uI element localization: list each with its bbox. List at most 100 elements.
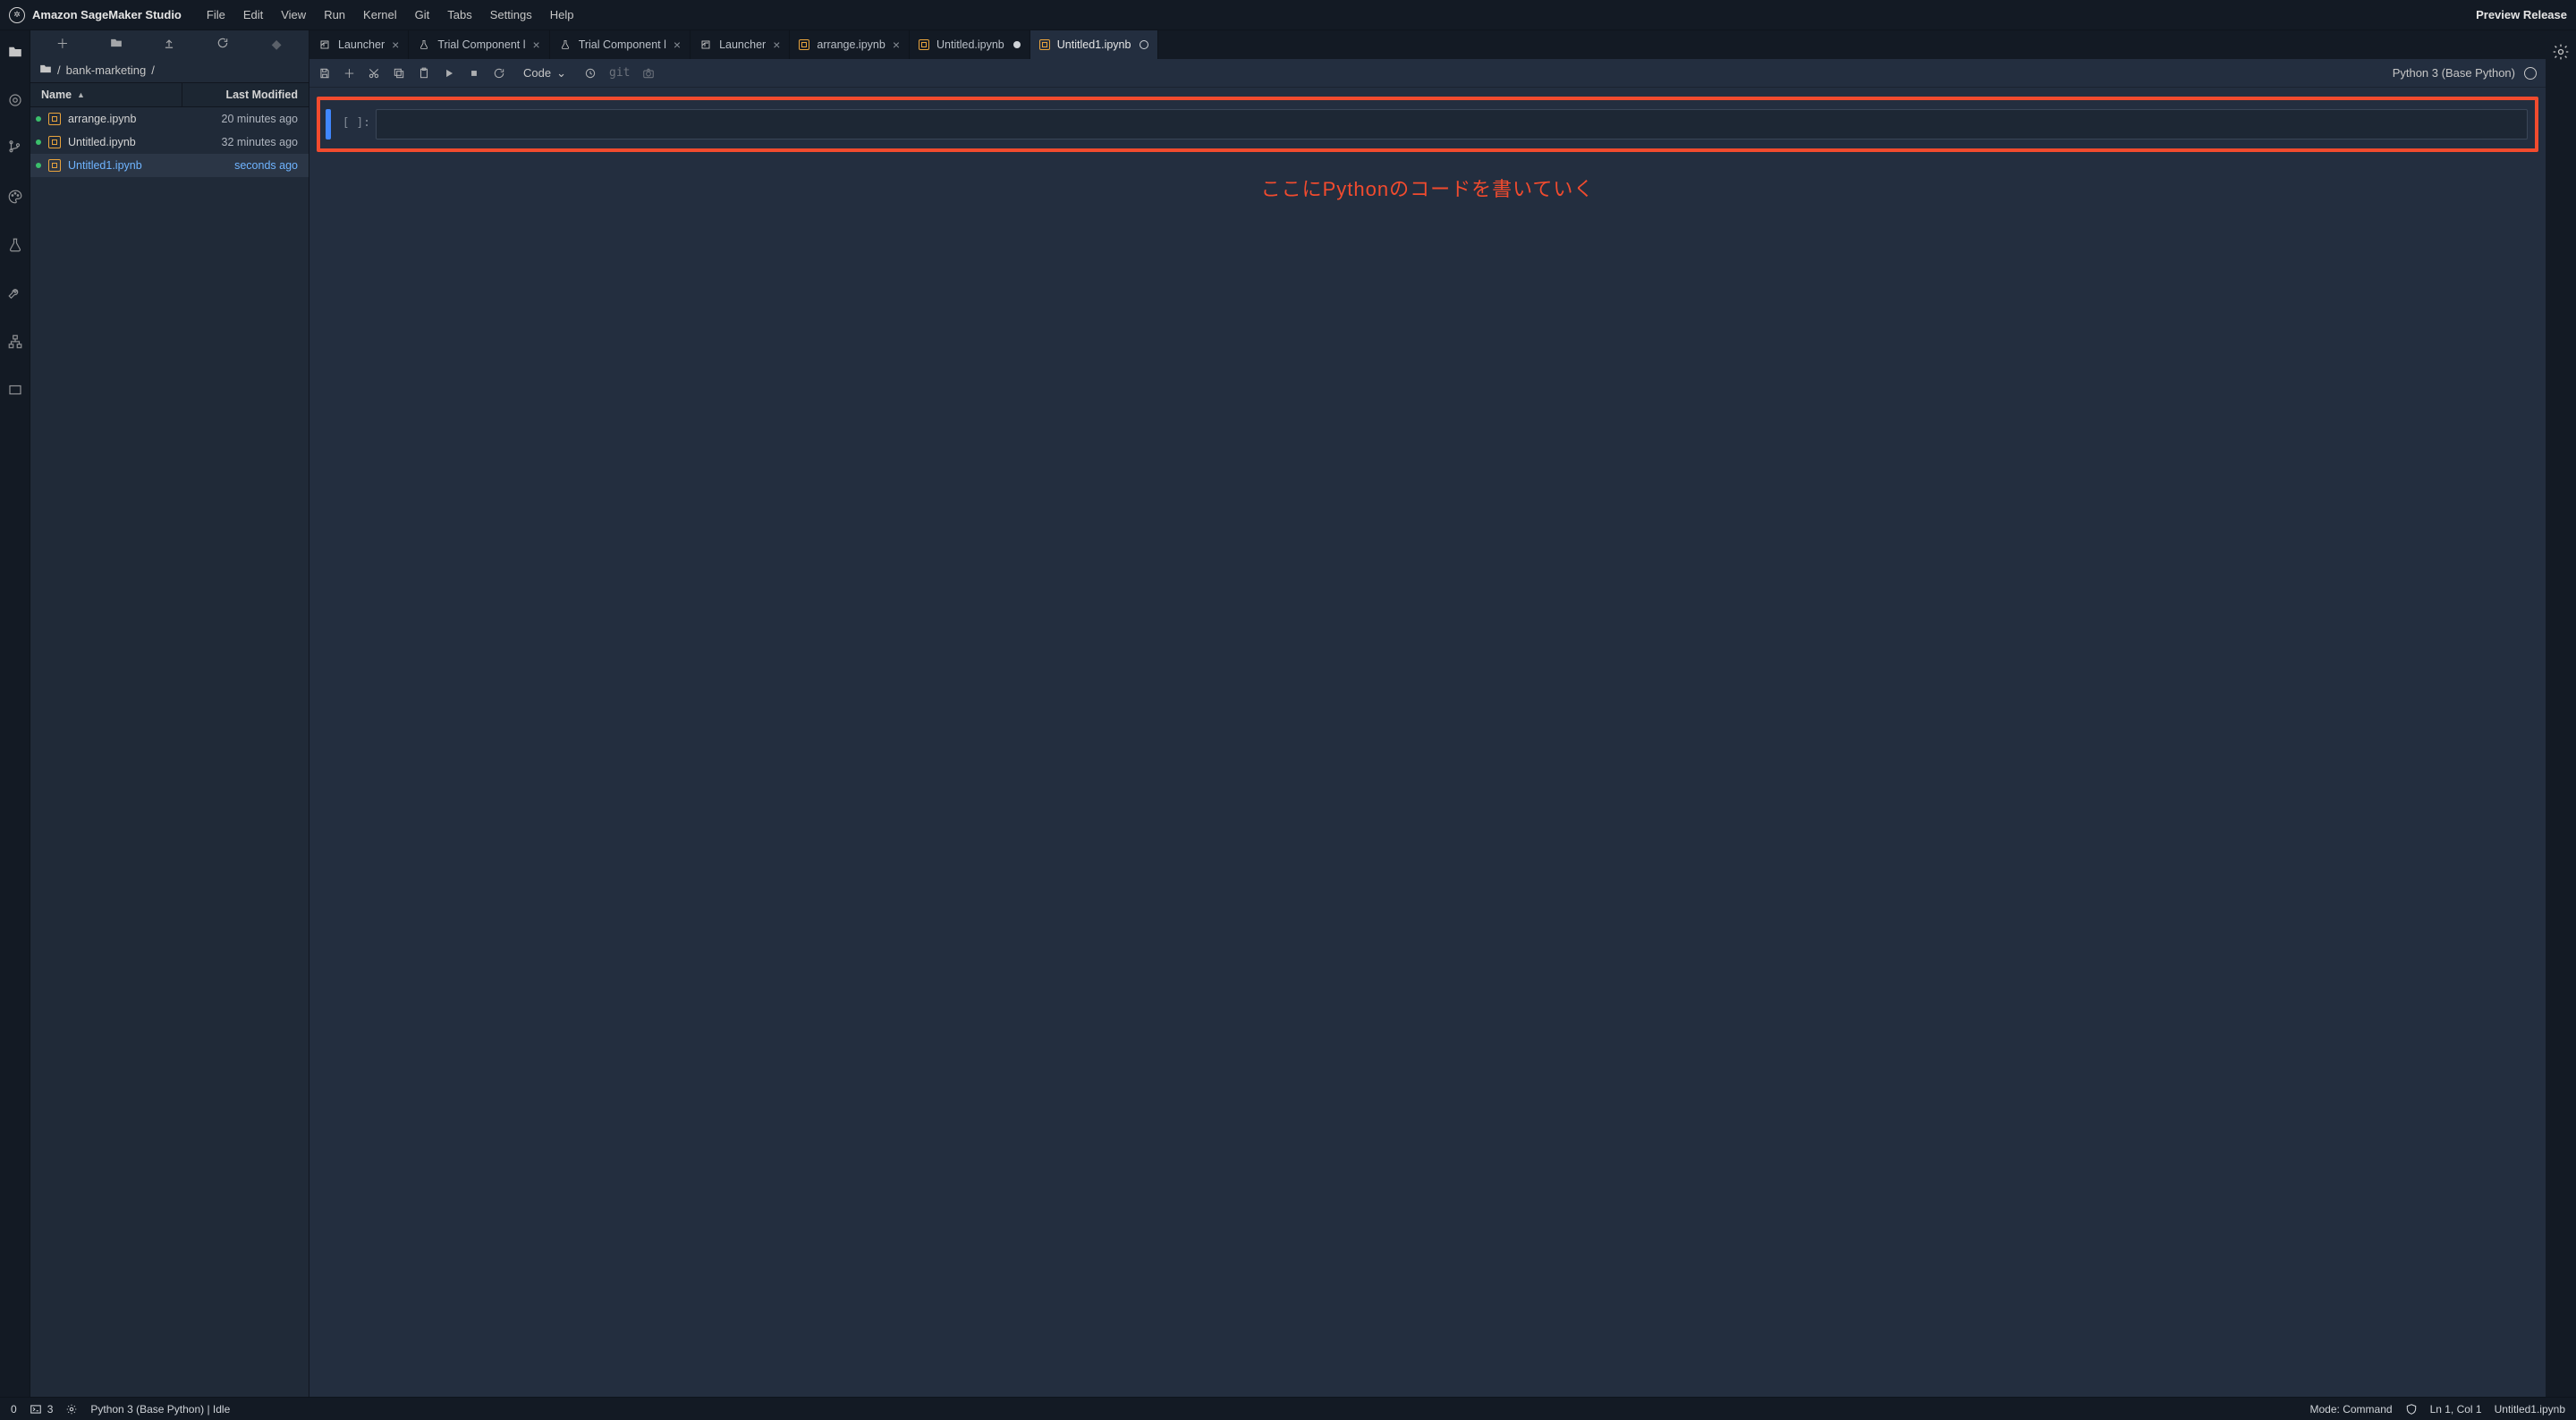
status-mode[interactable]: Mode: Command (2310, 1403, 2393, 1416)
upload-icon[interactable] (159, 37, 179, 52)
flask-icon (559, 38, 572, 51)
menu-run[interactable]: Run (315, 8, 354, 21)
column-modified[interactable]: Last Modified (182, 89, 309, 101)
file-name: arrange.ipynb (68, 113, 202, 125)
cell-type-select[interactable]: Code⌄ (518, 64, 572, 82)
cell-run-indicator (326, 109, 331, 139)
file-browser-icon[interactable] (6, 43, 24, 61)
tab[interactable]: Trial Component l × (409, 30, 549, 59)
activity-bar (0, 30, 30, 1397)
file-name: Untitled.ipynb (68, 136, 202, 148)
close-icon[interactable]: × (533, 38, 540, 51)
restart-icon[interactable] (493, 67, 505, 80)
close-icon[interactable]: × (893, 38, 900, 51)
app-title: Amazon SageMaker Studio (32, 8, 182, 21)
tab-label: arrange.ipynb (817, 38, 885, 51)
git-clone-icon[interactable]: ◆ (267, 37, 286, 52)
editor-area: Launcher×Trial Component l×Trial Compone… (309, 30, 2546, 1397)
annotation-text: ここにPythonのコードを書いていく (317, 168, 2538, 202)
close-icon[interactable]: × (773, 38, 780, 51)
menu-help[interactable]: Help (541, 8, 583, 21)
tab-label: Launcher (719, 38, 766, 51)
flask-icon (418, 38, 430, 51)
chevron-down-icon: ⌄ (556, 66, 566, 80)
status-instance-icon[interactable] (65, 1403, 78, 1416)
menu-view[interactable]: View (272, 8, 315, 21)
menu-tabs[interactable]: Tabs (438, 8, 480, 21)
annotation-highlight-box: [ ]: (317, 97, 2538, 152)
status-ln-col[interactable]: Ln 1, Col 1 (2430, 1403, 2482, 1416)
file-row[interactable]: Untitled.ipynb32 minutes ago (30, 131, 309, 154)
status-trusted-icon[interactable] (2405, 1403, 2418, 1416)
status-terminals[interactable]: 3 (30, 1403, 54, 1416)
cut-icon[interactable] (368, 67, 380, 80)
menu-settings[interactable]: Settings (481, 8, 541, 21)
settings-gear-icon[interactable] (2552, 43, 2570, 1397)
notebook-file-icon (48, 113, 61, 125)
camera-icon[interactable] (642, 67, 655, 80)
notebook-file-icon (48, 136, 61, 148)
running-dot-icon (36, 116, 41, 122)
menu-bar: ✲ Amazon SageMaker Studio FileEditViewRu… (0, 0, 2576, 30)
kernel-name[interactable]: Python 3 (Base Python) (2393, 66, 2515, 80)
save-icon[interactable] (318, 67, 331, 80)
status-kernel[interactable]: Python 3 (Base Python) | Idle (90, 1403, 230, 1416)
unsaved-ring-icon (1140, 40, 1148, 49)
launcher-icon (699, 38, 712, 51)
tab[interactable]: Trial Component l × (550, 30, 691, 59)
palette-icon[interactable] (6, 188, 24, 206)
status-filename[interactable]: Untitled1.ipynb (2495, 1403, 2565, 1416)
tab-label: Trial Component l (437, 38, 525, 51)
stop-icon[interactable] (468, 67, 480, 80)
file-list: arrange.ipynb20 minutes agoUntitled.ipyn… (30, 107, 309, 1397)
running-icon[interactable] (6, 91, 24, 109)
file-browser-panel: ＋ ◆ / bank-marketing / Name▲ Last Modifi… (30, 30, 309, 1397)
breadcrumb-folder[interactable]: bank-marketing (66, 63, 147, 77)
preview-release-label: Preview Release (2476, 8, 2567, 21)
copy-icon[interactable] (393, 67, 405, 80)
insert-cell-icon[interactable]: ＋ (343, 64, 355, 81)
tools-icon[interactable] (6, 284, 24, 302)
git-text-icon[interactable]: git (609, 66, 630, 80)
status-errors[interactable]: 0 (11, 1403, 17, 1416)
tab-label: Trial Component l (579, 38, 666, 51)
close-icon[interactable]: × (392, 38, 399, 51)
tab-label: Launcher (338, 38, 385, 51)
column-name[interactable]: Name▲ (30, 83, 182, 106)
file-modified: 32 minutes ago (202, 136, 298, 148)
new-launcher-icon[interactable]: ＋ (53, 35, 72, 53)
menu-git[interactable]: Git (406, 8, 439, 21)
file-row[interactable]: arrange.ipynb20 minutes ago (30, 107, 309, 131)
git-icon[interactable] (6, 139, 24, 157)
tabs-icon[interactable] (6, 381, 24, 399)
cell-editor[interactable] (376, 109, 2528, 139)
tab-label: Untitled1.ipynb (1057, 38, 1131, 51)
menu-file[interactable]: File (198, 8, 234, 21)
new-folder-icon[interactable] (106, 37, 126, 52)
endpoints-icon[interactable] (6, 333, 24, 351)
code-cell[interactable]: [ ]: (326, 109, 2528, 139)
breadcrumb-sep: / (57, 63, 61, 77)
run-icon[interactable] (443, 67, 455, 80)
menu-kernel[interactable]: Kernel (354, 8, 406, 21)
refresh-icon[interactable] (213, 37, 233, 52)
experiments-icon[interactable] (6, 236, 24, 254)
running-dot-icon (36, 163, 41, 168)
breadcrumb-sep: / (151, 63, 155, 77)
file-row[interactable]: Untitled1.ipynbseconds ago (30, 154, 309, 177)
tab[interactable]: Launcher × (691, 30, 790, 59)
notebook-file-icon (1039, 39, 1050, 50)
breadcrumb[interactable]: / bank-marketing / (30, 57, 309, 82)
tab[interactable]: Untitled.ipynb (910, 30, 1030, 59)
tab[interactable]: Untitled1.ipynb (1030, 30, 1159, 59)
running-dot-icon (36, 139, 41, 145)
menu-edit[interactable]: Edit (234, 8, 272, 21)
tab[interactable]: Launcher × (309, 30, 409, 59)
kernel-status-icon[interactable] (2524, 67, 2537, 80)
notebook-file-icon (48, 159, 61, 172)
notebook-body[interactable]: [ ]: ここにPythonのコードを書いていく (309, 88, 2546, 1397)
instance-icon[interactable] (584, 67, 597, 80)
paste-icon[interactable] (418, 67, 430, 80)
tab[interactable]: arrange.ipynb × (790, 30, 910, 59)
close-icon[interactable]: × (674, 38, 681, 51)
